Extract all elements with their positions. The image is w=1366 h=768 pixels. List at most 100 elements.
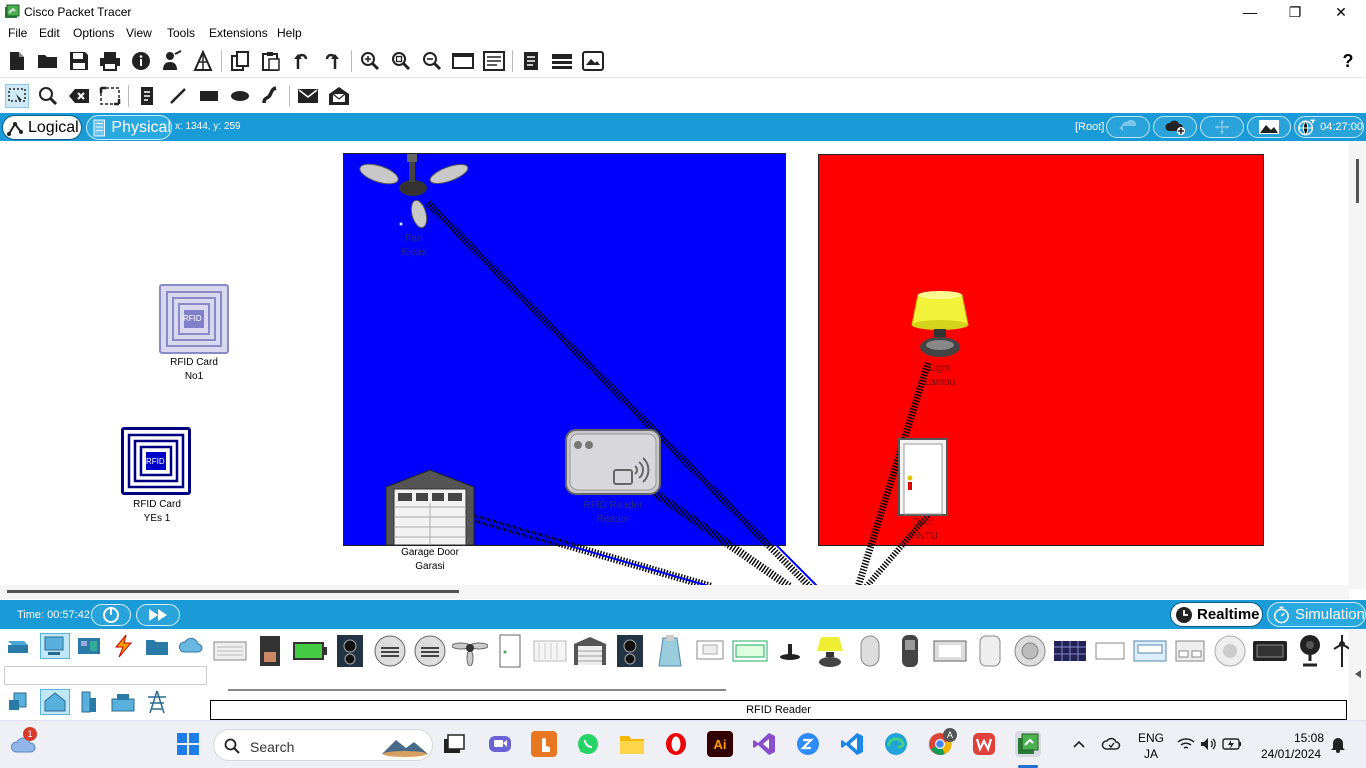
rfid-reader-device[interactable] bbox=[564, 428, 662, 496]
visual-studio-icon[interactable] bbox=[751, 731, 777, 757]
maximize-button[interactable]: ❐ bbox=[1272, 0, 1318, 24]
lamp-device[interactable] bbox=[910, 289, 972, 361]
select-icon[interactable] bbox=[5, 84, 29, 108]
home-speaker-device-icon[interactable] bbox=[612, 633, 648, 669]
lcd-monitor-device-icon[interactable] bbox=[692, 633, 728, 669]
viewport-clock[interactable]: 04:27:00 bbox=[1294, 116, 1364, 138]
industrial-subcategory-icon[interactable] bbox=[108, 689, 138, 715]
store-icon[interactable] bbox=[531, 731, 557, 757]
draw-ellipse-icon[interactable] bbox=[228, 84, 252, 108]
menu-options[interactable]: Options bbox=[73, 26, 114, 40]
miscellaneous-category-icon[interactable] bbox=[142, 633, 172, 659]
zoom-in-icon[interactable] bbox=[358, 49, 382, 73]
add-simple-pdu-icon[interactable] bbox=[296, 84, 320, 108]
open-folder-icon[interactable] bbox=[36, 49, 60, 73]
workspace-vertical-scrollbar[interactable] bbox=[1349, 141, 1366, 589]
power-cycle-button[interactable] bbox=[91, 604, 131, 626]
garage-door-device-icon[interactable] bbox=[572, 633, 608, 669]
notes-icon[interactable] bbox=[519, 49, 543, 73]
multiuser-category-icon[interactable] bbox=[176, 633, 206, 659]
activity-wizard-icon[interactable] bbox=[160, 49, 184, 73]
motion-detector-device-icon[interactable] bbox=[772, 633, 808, 669]
components-category-icon[interactable] bbox=[74, 633, 104, 659]
simulation-mode-button[interactable]: Simulation bbox=[1267, 602, 1366, 627]
smart-window-device-icon[interactable] bbox=[932, 633, 968, 669]
back-cluster-button[interactable] bbox=[1106, 116, 1150, 138]
speaker-device-icon[interactable] bbox=[332, 633, 368, 669]
category-search-box[interactable] bbox=[4, 666, 207, 685]
webcam-device-icon[interactable] bbox=[1292, 633, 1328, 669]
whatsapp-icon[interactable] bbox=[575, 731, 601, 757]
menu-file[interactable]: File bbox=[8, 26, 27, 40]
new-cluster-button[interactable] bbox=[1153, 116, 1197, 138]
inspect-icon[interactable] bbox=[36, 84, 60, 108]
rfid-card-no1-device[interactable]: RFID bbox=[159, 284, 229, 354]
delete-icon[interactable] bbox=[67, 84, 91, 108]
drawing-palette-icon[interactable] bbox=[451, 49, 475, 73]
tab-logical[interactable]: Logical bbox=[2, 115, 82, 140]
help-icon[interactable]: ? bbox=[1336, 49, 1360, 73]
zoom-icon[interactable] bbox=[795, 731, 821, 757]
garage-door-device[interactable] bbox=[384, 469, 476, 545]
palette-scroll-right-button[interactable] bbox=[1349, 629, 1366, 720]
start-button[interactable] bbox=[175, 731, 201, 757]
realtime-mode-button[interactable]: Realtime bbox=[1170, 602, 1263, 627]
save-icon[interactable] bbox=[67, 49, 91, 73]
folder-icon[interactable] bbox=[619, 731, 645, 757]
show-hidden-icons-chevron-up-icon[interactable] bbox=[1066, 731, 1092, 757]
vscode-icon[interactable] bbox=[839, 731, 865, 757]
menu-tools[interactable]: Tools bbox=[167, 26, 195, 40]
thermostat-device-icon[interactable] bbox=[1092, 633, 1128, 669]
door-device[interactable] bbox=[898, 438, 948, 516]
minimize-button[interactable]: — bbox=[1227, 0, 1273, 24]
battery-icon[interactable] bbox=[1222, 731, 1242, 757]
light-device-icon[interactable] bbox=[812, 633, 848, 669]
physical-workspace-icon[interactable] bbox=[581, 49, 605, 73]
wps-office-icon[interactable] bbox=[971, 731, 997, 757]
network-info-icon[interactable] bbox=[191, 49, 215, 73]
solar-panel-device-icon[interactable] bbox=[1052, 633, 1088, 669]
tab-physical[interactable]: Physical bbox=[86, 115, 172, 140]
draw-rectangle-icon[interactable] bbox=[197, 84, 221, 108]
smoke-detector-device-icon[interactable] bbox=[972, 633, 1008, 669]
taskbar-clock-date[interactable]: 24/01/2024 bbox=[1261, 747, 1321, 761]
new-file-icon[interactable] bbox=[5, 49, 29, 73]
redo-icon[interactable] bbox=[321, 49, 345, 73]
zoom-out-icon[interactable] bbox=[420, 49, 444, 73]
end-devices-category-icon[interactable] bbox=[40, 633, 70, 659]
print-icon[interactable] bbox=[98, 49, 122, 73]
portable-music-player-device-icon[interactable] bbox=[892, 633, 928, 669]
webcam-panel-device-icon[interactable] bbox=[1132, 633, 1168, 669]
zoom-reset-icon[interactable] bbox=[389, 49, 413, 73]
menu-edit[interactable]: Edit bbox=[39, 26, 60, 40]
input-language-eng[interactable]: ENG bbox=[1138, 731, 1164, 745]
network-devices-category-icon[interactable] bbox=[4, 633, 34, 659]
coffee-maker-device-icon[interactable] bbox=[252, 633, 288, 669]
copy-icon[interactable] bbox=[228, 49, 252, 73]
place-note-icon[interactable] bbox=[135, 84, 159, 108]
root-breadcrumb[interactable]: [Root] bbox=[1075, 121, 1104, 133]
taskbar-search-box[interactable]: Search bbox=[213, 729, 433, 761]
paste-icon[interactable] bbox=[259, 49, 283, 73]
air-conditioner-device-icon[interactable] bbox=[212, 633, 248, 669]
light-switch-device-icon[interactable] bbox=[732, 633, 768, 669]
ceiling-fan-device-icon[interactable] bbox=[452, 633, 488, 669]
taskbar-clock-time[interactable]: 15:08 bbox=[1294, 731, 1324, 745]
connections-category-icon[interactable] bbox=[108, 633, 138, 659]
illustrator-icon[interactable]: Ai bbox=[707, 731, 733, 757]
viewport-icon[interactable] bbox=[550, 49, 574, 73]
battery-device-icon[interactable] bbox=[292, 633, 328, 669]
opera-icon[interactable] bbox=[663, 731, 689, 757]
water-level-monitor-device-icon[interactable] bbox=[1212, 633, 1248, 669]
home-subcategory-icon[interactable] bbox=[40, 689, 70, 715]
input-language-ja[interactable]: JA bbox=[1144, 747, 1158, 761]
door-device-icon[interactable] bbox=[492, 633, 528, 669]
fast-forward-button[interactable] bbox=[136, 604, 180, 626]
draw-freeform-icon[interactable] bbox=[259, 84, 283, 108]
mouse-device-icon[interactable] bbox=[852, 633, 888, 669]
fire-sprinkler-device-icon[interactable] bbox=[532, 633, 568, 669]
edge-icon[interactable] bbox=[883, 731, 909, 757]
resize-shape-icon[interactable] bbox=[98, 84, 122, 108]
ceiling-fan-device[interactable] bbox=[357, 154, 471, 230]
siren-device-icon[interactable] bbox=[1012, 633, 1048, 669]
